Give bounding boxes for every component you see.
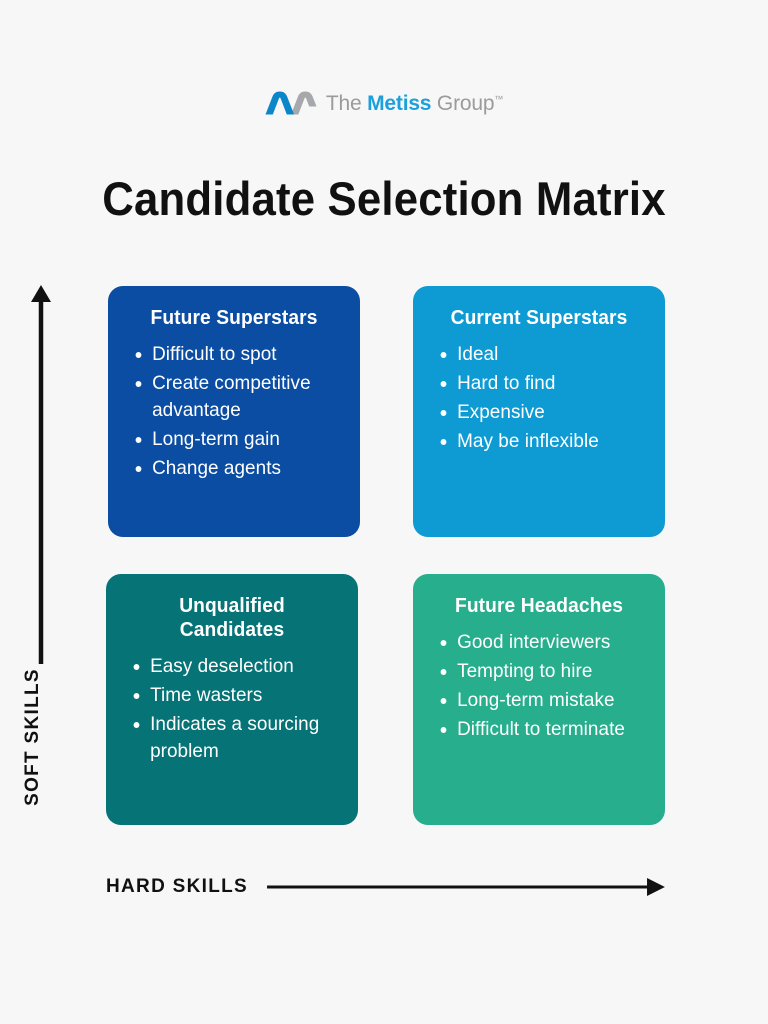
list-item: Difficult to terminate bbox=[427, 716, 644, 743]
list-item: Difficult to spot bbox=[122, 341, 339, 368]
list-item: Easy deselection bbox=[120, 653, 337, 680]
quadrant-list: Easy deselection Time wasters Indicates … bbox=[120, 653, 344, 765]
quadrant-current-superstars: Current Superstars Ideal Hard to find Ex… bbox=[413, 286, 665, 537]
page-title: Candidate Selection Matrix bbox=[102, 172, 666, 226]
list-item: Tempting to hire bbox=[427, 658, 644, 685]
list-item: Long-term gain bbox=[122, 426, 339, 453]
quadrant-future-superstars: Future Superstars Difficult to spot Crea… bbox=[108, 286, 360, 537]
quadrant-unqualified-candidates: Unqualified Candidates Easy deselection … bbox=[106, 574, 358, 825]
quadrant-title: Future Headaches bbox=[455, 595, 623, 617]
list-item: Ideal bbox=[427, 341, 644, 368]
wordmark-metiss: Metiss bbox=[367, 91, 432, 115]
quadrant-future-headaches: Future Headaches Good interviewers Tempt… bbox=[413, 574, 665, 825]
list-item: Time wasters bbox=[120, 682, 337, 709]
wordmark-the: The bbox=[325, 91, 368, 115]
list-item: Hard to find bbox=[427, 370, 644, 397]
list-item: Expensive bbox=[427, 399, 644, 426]
quadrant-title: Unqualified Candidates bbox=[179, 595, 285, 641]
list-item: Good interviewers bbox=[427, 629, 644, 656]
quadrant-list: Difficult to spot Create competitive adv… bbox=[122, 341, 346, 482]
y-axis-label: SOFT SKILLS bbox=[22, 668, 43, 806]
soft-skills-axis-arrow-icon bbox=[31, 285, 51, 664]
metiss-m-logo-icon bbox=[265, 91, 317, 115]
x-axis: HARD SKILLS bbox=[106, 866, 666, 908]
list-item: Change agents bbox=[122, 455, 339, 482]
x-axis-label: HARD SKILLS bbox=[106, 876, 249, 897]
quadrant-title: Current Superstars bbox=[450, 307, 628, 329]
list-item: Long-term mistake bbox=[427, 687, 644, 714]
quadrant-list: Good interviewers Tempting to hire Long-… bbox=[427, 629, 651, 743]
wordmark-group: Group bbox=[431, 91, 495, 115]
candidate-selection-matrix: Future Superstars Difficult to spot Crea… bbox=[106, 286, 665, 825]
list-item: Indicates a sourcing problem bbox=[120, 711, 337, 765]
list-item: Create competitive advantage bbox=[122, 370, 339, 424]
quadrant-list: Ideal Hard to find Expensive May be infl… bbox=[427, 341, 651, 455]
trademark-symbol: ™ bbox=[494, 93, 504, 104]
hard-skills-axis-arrow-icon bbox=[267, 878, 665, 896]
brand-wordmark: The Metiss Group™ bbox=[326, 93, 503, 114]
list-item: May be inflexible bbox=[427, 428, 644, 455]
brand-logo: The Metiss Group™ bbox=[0, 88, 768, 118]
quadrant-title: Future Superstars bbox=[150, 307, 318, 329]
